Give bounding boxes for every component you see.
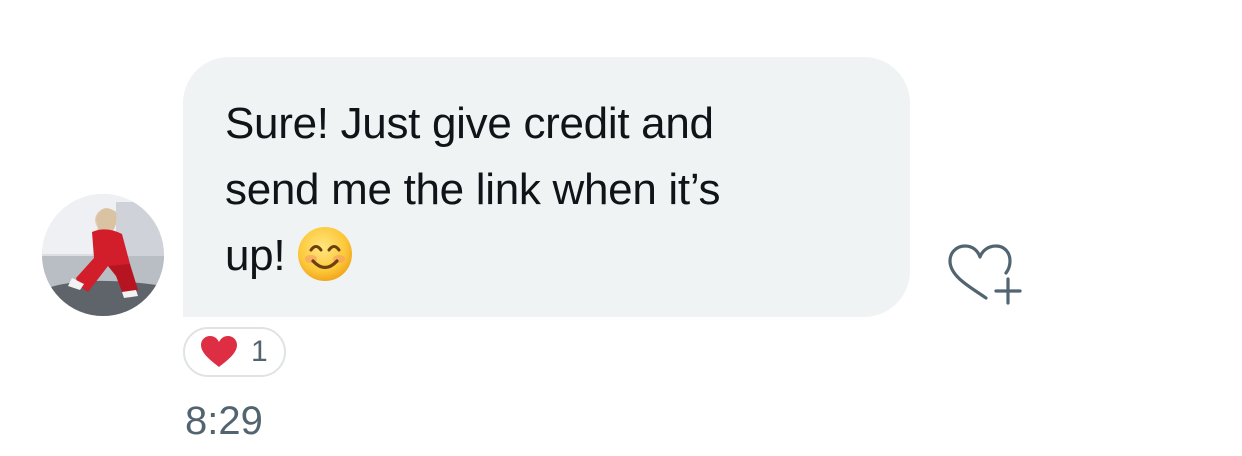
heart-plus-icon [944,243,1024,307]
add-reaction-button[interactable] [944,243,1024,307]
smiling-face-emoji [297,226,353,282]
avatar[interactable] [42,194,164,316]
message-timestamp: 8:29 [185,399,263,443]
reaction-pill[interactable]: 1 [183,327,286,377]
message-bubble[interactable]: Sure! Just give credit and send me the l… [183,57,910,317]
message-text: Sure! Just give credit and send me the l… [225,99,721,282]
heart-icon [199,335,239,369]
reaction-count: 1 [251,335,268,368]
